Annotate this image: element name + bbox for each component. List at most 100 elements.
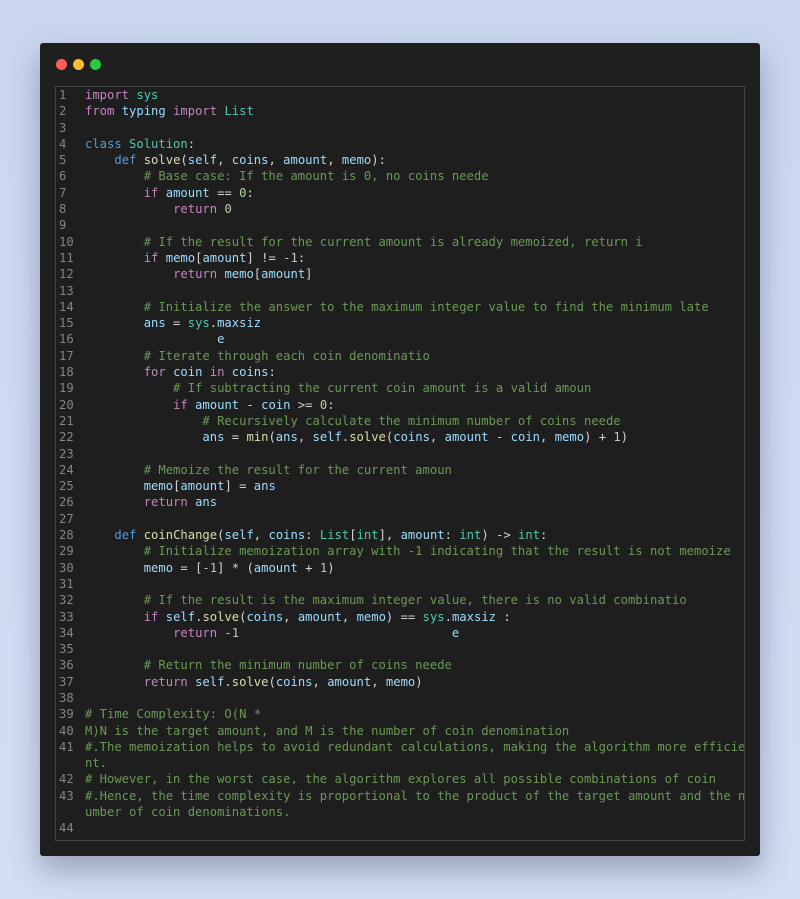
code-line: 5 def solve(self, coins, amount, memo): bbox=[56, 152, 744, 168]
line-code: e bbox=[217, 332, 225, 347]
code-line: 30 memo = [-1] * (amount + 1) bbox=[56, 560, 744, 576]
line-code: if self.solve(coins, amount, memo) == sy… bbox=[143, 609, 511, 624]
line-code: # However, in the worst case, the algori… bbox=[85, 772, 717, 787]
code-line: 39 # Time Complexity: O(N * bbox=[56, 706, 744, 722]
code-line: 22 ans = min(ans, self.solve(coins, amou… bbox=[56, 429, 744, 445]
line-code: # Return the minimum number of coins nee… bbox=[85, 658, 452, 673]
line-number: 31 bbox=[59, 576, 74, 591]
line-code: # If the result is the maximum integer v… bbox=[85, 593, 687, 608]
code-line: 44 bbox=[56, 820, 744, 836]
code-line: 37 return self.solve(coins, amount, memo… bbox=[56, 674, 744, 690]
close-button[interactable] bbox=[56, 59, 67, 70]
code-line: 8 return 0 bbox=[56, 201, 744, 217]
line-code: if amount == 0: bbox=[143, 185, 254, 200]
line-number: 34 bbox=[59, 625, 74, 640]
line-number: 4 bbox=[59, 136, 67, 151]
line-number: 9 bbox=[59, 218, 67, 233]
line-code: # If the result for the current amount i… bbox=[85, 234, 643, 249]
line-number: 14 bbox=[59, 299, 74, 314]
line-code: return self.solve(coins, amount, memo) bbox=[143, 674, 423, 689]
line-wrap-continuation: umber of coin denominations. bbox=[85, 805, 291, 820]
line-wrap-continuation: nt. bbox=[85, 756, 108, 771]
code-line: 13 bbox=[56, 283, 744, 299]
minimize-button[interactable] bbox=[73, 59, 84, 70]
code-line: 1 import sys bbox=[56, 87, 744, 103]
line-code: # Base case: If the amount is 0, no coin… bbox=[85, 169, 489, 184]
code-line: 28 def coinChange(self, coins: List[int]… bbox=[56, 527, 744, 543]
line-number: 24 bbox=[59, 462, 74, 477]
line-code: # Initialize memoization array with -1 i… bbox=[85, 544, 731, 559]
code-line: 10 # If the result for the current amoun… bbox=[56, 234, 744, 250]
code-line: 18 for coin in coins: bbox=[56, 364, 744, 380]
line-number: 36 bbox=[59, 658, 74, 673]
line-number: 5 bbox=[59, 153, 67, 168]
code-line: 40 M)N is the target amount, and M is the… bbox=[56, 723, 744, 739]
code-line: 26 return ans bbox=[56, 494, 744, 510]
code-line: 33 if self.solve(coins, amount, memo) ==… bbox=[56, 609, 744, 625]
code-line: 3 bbox=[56, 120, 744, 136]
line-code: class Solution: bbox=[85, 136, 196, 151]
code-line: 34 return -1 e bbox=[56, 625, 744, 641]
code-window: 1 import sys 2 from typing import List 3 4 cla… bbox=[40, 43, 760, 856]
code-line: 9 bbox=[56, 217, 744, 233]
code-line: 23 bbox=[56, 446, 744, 462]
line-number: 1 bbox=[59, 88, 67, 102]
line-number: 38 bbox=[59, 690, 74, 705]
code-line: 7 if amount == 0: bbox=[56, 185, 744, 201]
line-number: 21 bbox=[59, 413, 74, 428]
code-line: 24 # Memoize the result for the current … bbox=[56, 462, 744, 478]
line-code: # Initialize the answer to the maximum i… bbox=[85, 299, 709, 314]
code-line: 19 # If subtracting the current coin amo… bbox=[56, 380, 744, 396]
line-number: 20 bbox=[59, 397, 74, 412]
code-editor[interactable]: 1 import sys 2 from typing import List 3 4 cla… bbox=[55, 86, 745, 841]
line-code: if amount - coin >= 0: bbox=[173, 397, 335, 412]
code-line: 31 bbox=[56, 576, 744, 592]
line-number: 15 bbox=[59, 316, 74, 331]
line-code: # Iterate through each coin denominatio bbox=[85, 348, 430, 363]
line-number: 42 bbox=[59, 772, 74, 787]
line-code: return memo[amount] bbox=[173, 267, 313, 282]
line-number: 39 bbox=[59, 707, 74, 722]
code-line: 11 if memo[amount] != -1: bbox=[56, 250, 744, 266]
line-code: #.Hence, the time complexity is proporti… bbox=[85, 788, 745, 820]
line-code: M)N is the target amount, and M is the n… bbox=[85, 723, 570, 738]
line-number: 37 bbox=[59, 674, 74, 689]
code-line: 32 # If the result is the maximum intege… bbox=[56, 592, 744, 608]
code-line: 15 ans = sys.maxsiz bbox=[56, 315, 744, 331]
line-number: 41 bbox=[59, 739, 74, 754]
code-line: 14 # Initialize the answer to the maximu… bbox=[56, 299, 744, 315]
line-number: 23 bbox=[59, 446, 74, 461]
code-line: 4 class Solution: bbox=[56, 136, 744, 152]
line-code: from typing import List bbox=[85, 104, 254, 119]
line-code: return 0 bbox=[173, 202, 232, 217]
line-code: ans = sys.maxsiz bbox=[143, 316, 262, 331]
line-code: # Recursively calculate the minimum numb… bbox=[85, 413, 621, 428]
line-number: 8 bbox=[59, 202, 67, 217]
line-number: 26 bbox=[59, 495, 74, 510]
line-number: 16 bbox=[59, 332, 74, 347]
line-number: 40 bbox=[59, 723, 74, 738]
code-line: 42 # However, in the worst case, the algo… bbox=[56, 771, 744, 787]
code-line: 27 bbox=[56, 511, 744, 527]
line-code: memo = [-1] * (amount + 1) bbox=[143, 560, 335, 575]
line-number: 44 bbox=[59, 821, 74, 836]
line-code: # Memoize the result for the current amo… bbox=[85, 462, 452, 477]
code-line: 41 #.The memoization helps to avoid redun… bbox=[56, 739, 744, 772]
code-line: 29 # Initialize memoization array with -… bbox=[56, 543, 744, 559]
line-code: # If subtracting the current coin amount… bbox=[85, 381, 592, 396]
line-number: 28 bbox=[59, 528, 74, 543]
code-line: 16 e bbox=[56, 331, 744, 347]
line-code: def solve(self, coins, amount, memo): bbox=[114, 153, 386, 168]
line-code: #.The memoization helps to avoid redunda… bbox=[85, 739, 745, 771]
line-number: 7 bbox=[59, 185, 67, 200]
line-number: 10 bbox=[59, 234, 74, 249]
code-line: 17 # Iterate through each coin denominat… bbox=[56, 348, 744, 364]
code-line: 20 if amount - coin >= 0: bbox=[56, 397, 744, 413]
line-number: 32 bbox=[59, 593, 74, 608]
maximize-button[interactable] bbox=[90, 59, 101, 70]
line-number: 6 bbox=[59, 169, 67, 184]
line-number: 35 bbox=[59, 642, 74, 657]
line-number: 11 bbox=[59, 250, 74, 265]
line-number: 2 bbox=[59, 104, 67, 119]
line-number: 22 bbox=[59, 430, 74, 445]
